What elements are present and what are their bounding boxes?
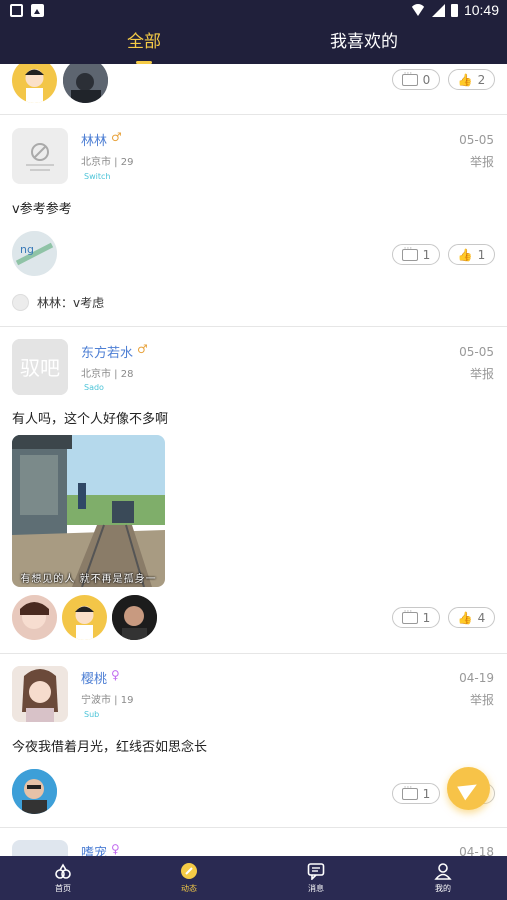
comment-icon: [401, 244, 418, 261]
comment-icon: [401, 607, 418, 624]
male-icon: ♂: [137, 342, 148, 356]
divider: [0, 827, 507, 828]
comment-button[interactable]: 0: [392, 69, 440, 90]
user-avatar[interactable]: [12, 840, 68, 856]
user-avatar[interactable]: [12, 666, 68, 722]
user-location-age: 宁波市 | 19: [81, 695, 134, 706]
feed-icon: [181, 863, 197, 879]
like-button[interactable]: 👍 1: [448, 244, 495, 265]
liker-avatar[interactable]: [112, 595, 157, 640]
tab-all[interactable]: 全部: [74, 22, 214, 64]
feed[interactable]: 0 👍 2 林林 ♂ 北京市 | 29 Switch 05-05 举报 v参考参…: [0, 64, 507, 856]
profile-icon: [434, 863, 452, 880]
comment-icon: [401, 783, 418, 800]
user-name[interactable]: 林林: [81, 130, 107, 149]
post-date: 05-05: [459, 133, 494, 147]
liker-avatar[interactable]: [12, 769, 57, 814]
report-link[interactable]: 举报: [470, 365, 494, 382]
comment-icon: [401, 69, 418, 86]
post-text: 今夜我借着月光，红线否如思念长: [12, 740, 208, 755]
comment-preview[interactable]: 林林：v考虑: [12, 294, 104, 311]
gallery-icon: [31, 4, 44, 17]
liker-avatar[interactable]: [12, 64, 57, 103]
comment-button[interactable]: 1: [392, 783, 440, 804]
report-link[interactable]: 举报: [470, 691, 494, 708]
send-icon: [456, 777, 481, 800]
user-tag: Sub: [84, 710, 100, 719]
male-icon: ♂: [111, 130, 122, 144]
nav-home[interactable]: 首页: [0, 856, 126, 900]
female-icon: ♀: [111, 842, 120, 856]
divider: [0, 114, 507, 115]
post-date: 04-18: [459, 845, 494, 856]
message-icon: [307, 863, 325, 880]
status-bar: 10:49: [0, 0, 507, 22]
signal-icon: [431, 3, 445, 17]
user-avatar[interactable]: [12, 128, 68, 184]
nav-label: 首页: [55, 884, 71, 893]
post-text: 有人吗，这个人好像不多啊: [12, 412, 169, 427]
nav-label: 动态: [181, 884, 197, 893]
thumbs-up-icon: 👍: [457, 72, 473, 87]
post-date: 05-05: [459, 345, 494, 359]
nav-label: 消息: [308, 884, 324, 893]
comment-button[interactable]: 1: [392, 244, 440, 265]
tab-header: 全部 我喜欢的: [0, 22, 507, 64]
liker-avatar[interactable]: [12, 595, 57, 640]
commenter-avatar: [12, 294, 29, 311]
liker-avatar[interactable]: ng: [12, 231, 57, 276]
report-link[interactable]: 举报: [470, 153, 494, 170]
nav-label: 我的: [435, 884, 451, 893]
thumbs-up-icon: 👍: [457, 247, 473, 262]
user-avatar[interactable]: 驭吧: [12, 339, 68, 395]
publish-button[interactable]: [447, 767, 490, 810]
bottom-nav: 首页 动态 消息 我的: [0, 856, 507, 900]
like-button[interactable]: 👍 2: [448, 69, 495, 90]
liker-avatar[interactable]: [63, 64, 108, 103]
home-icon: [55, 863, 71, 879]
user-tag: Switch: [84, 172, 111, 181]
image-caption: 有想见的人 就不再是孤身一: [20, 574, 157, 585]
user-name[interactable]: 嗜宠: [81, 842, 107, 856]
wifi-icon: [409, 4, 426, 16]
svg-text:ng: ng: [20, 243, 34, 256]
battery-icon: [450, 3, 458, 17]
post-text: v参考参考: [12, 202, 72, 217]
user-tag: Sado: [84, 383, 104, 392]
liker-avatar[interactable]: [62, 595, 107, 640]
post-image[interactable]: 有想见的人 就不再是孤身一: [12, 435, 165, 587]
thumbs-up-icon: 👍: [457, 610, 473, 625]
nav-messages[interactable]: 消息: [253, 856, 379, 900]
post-date: 04-19: [459, 671, 494, 685]
user-name[interactable]: 樱桃: [81, 668, 107, 687]
user-location-age: 北京市 | 29: [81, 157, 134, 168]
divider: [0, 326, 507, 327]
notification-icon: [10, 4, 23, 17]
comment-button[interactable]: 1: [392, 607, 440, 628]
app-logo-text: 驭吧: [20, 356, 60, 380]
like-button[interactable]: 👍 4: [448, 607, 495, 628]
user-name[interactable]: 东方若水: [81, 342, 133, 361]
nav-profile[interactable]: 我的: [380, 856, 506, 900]
user-location-age: 北京市 | 28: [81, 369, 134, 380]
divider: [0, 653, 507, 654]
tab-favorites[interactable]: 我喜欢的: [294, 22, 434, 64]
status-time: 10:49: [463, 2, 499, 18]
nav-feed[interactable]: 动态: [126, 856, 252, 900]
female-icon: ♀: [111, 668, 120, 682]
